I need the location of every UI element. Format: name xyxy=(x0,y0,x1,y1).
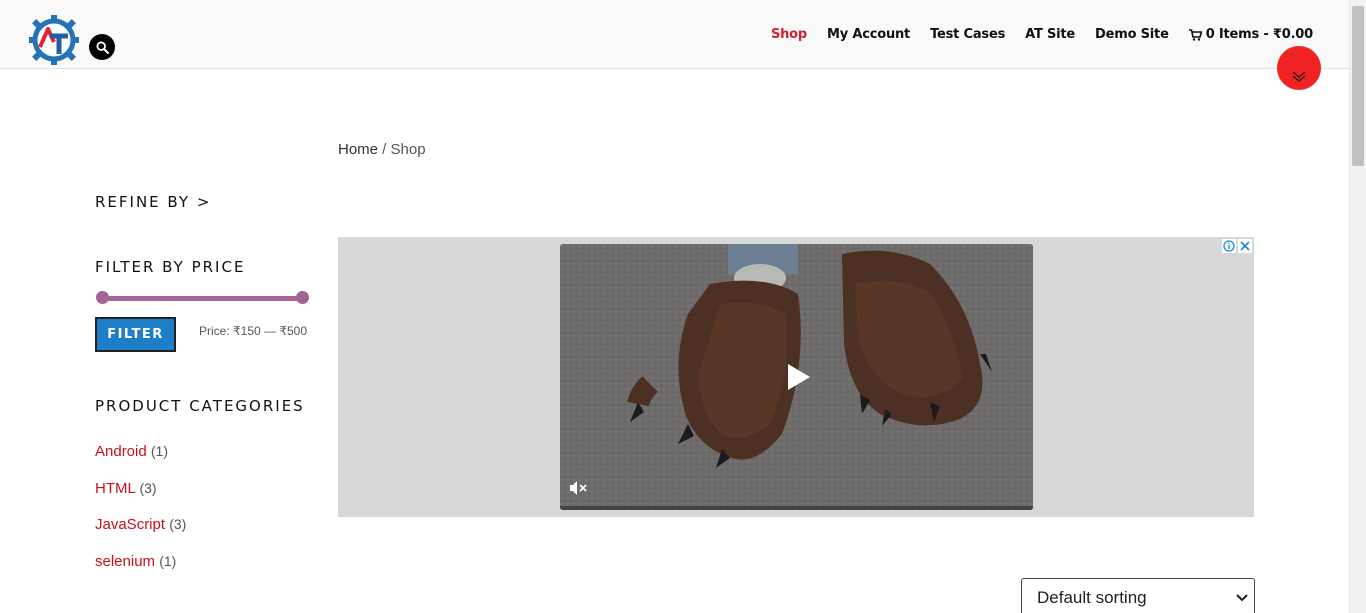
product-categories-heading: PRODUCT CATEGORIES xyxy=(95,397,305,415)
nav-item-shop[interactable]: Shop xyxy=(771,27,807,42)
close-icon[interactable] xyxy=(1238,239,1252,253)
nav-item-demo-site[interactable]: Demo Site xyxy=(1095,27,1169,42)
sort-selected-value: Default sorting xyxy=(1037,588,1147,607)
ad-controls xyxy=(1222,239,1252,253)
category-item: Android (1) xyxy=(95,443,186,480)
mute-icon[interactable] xyxy=(569,480,587,496)
category-link-html[interactable]: HTML xyxy=(95,480,135,497)
category-count: (3) xyxy=(139,479,157,496)
breadcrumb-home-link[interactable]: Home xyxy=(338,141,378,158)
ad-video-player[interactable] xyxy=(560,244,1033,510)
category-count: (1) xyxy=(150,443,168,459)
cart-icon xyxy=(1188,28,1202,41)
category-item: selenium (1) xyxy=(95,553,186,590)
chevron-down-icon xyxy=(1236,594,1248,602)
page-scrollbar[interactable] xyxy=(1349,0,1366,613)
slider-min-handle[interactable] xyxy=(96,291,109,304)
cart-summary: 0 Items - ₹0.00 xyxy=(1205,27,1313,42)
category-list: Android (1) HTML (3) JavaScript (3) sele… xyxy=(95,443,186,589)
slider-max-handle[interactable] xyxy=(296,291,309,304)
category-link-javascript[interactable]: JavaScript xyxy=(95,516,165,533)
nav-item-my-account[interactable]: My Account xyxy=(827,27,910,42)
slider-track xyxy=(102,296,302,301)
price-range-slider[interactable] xyxy=(96,291,309,305)
filter-button[interactable]: FILTER xyxy=(95,317,176,352)
nav-item-test-cases[interactable]: Test Cases xyxy=(930,27,1005,42)
site-header: Shop My Account Test Cases AT Site Demo … xyxy=(0,0,1349,69)
breadcrumb: Home / Shop xyxy=(338,141,426,158)
scroll-top-button[interactable] xyxy=(1277,46,1321,90)
site-logo[interactable] xyxy=(28,14,80,66)
search-icon xyxy=(95,40,109,54)
price-range-label: Price: ₹150 — ₹500 xyxy=(199,324,307,338)
info-icon[interactable] xyxy=(1222,239,1236,253)
advertisement[interactable] xyxy=(338,237,1254,517)
refine-by-heading[interactable]: REFINE BY > xyxy=(95,193,211,211)
category-count: (1) xyxy=(159,552,177,569)
play-icon[interactable] xyxy=(786,362,812,392)
breadcrumb-current: Shop xyxy=(390,141,426,158)
cart-link[interactable]: 0 Items - ₹0.00 xyxy=(1188,27,1313,42)
breadcrumb-separator: / xyxy=(378,141,391,158)
category-item: JavaScript (3) xyxy=(95,516,186,553)
main-nav: Shop My Account Test Cases AT Site Demo … xyxy=(771,27,1313,42)
sort-dropdown[interactable]: Default sorting xyxy=(1021,578,1255,613)
category-link-android[interactable]: Android xyxy=(95,443,147,460)
scrollbar-thumb[interactable] xyxy=(1352,6,1364,166)
chevron-up-icon xyxy=(1292,71,1306,82)
search-button[interactable] xyxy=(89,34,115,60)
category-item: HTML (3) xyxy=(95,480,186,517)
nav-item-at-site[interactable]: AT Site xyxy=(1025,27,1075,42)
category-link-selenium[interactable]: selenium xyxy=(95,553,155,570)
category-count: (3) xyxy=(169,516,187,532)
filter-by-price-heading: FILTER BY PRICE xyxy=(95,258,246,276)
